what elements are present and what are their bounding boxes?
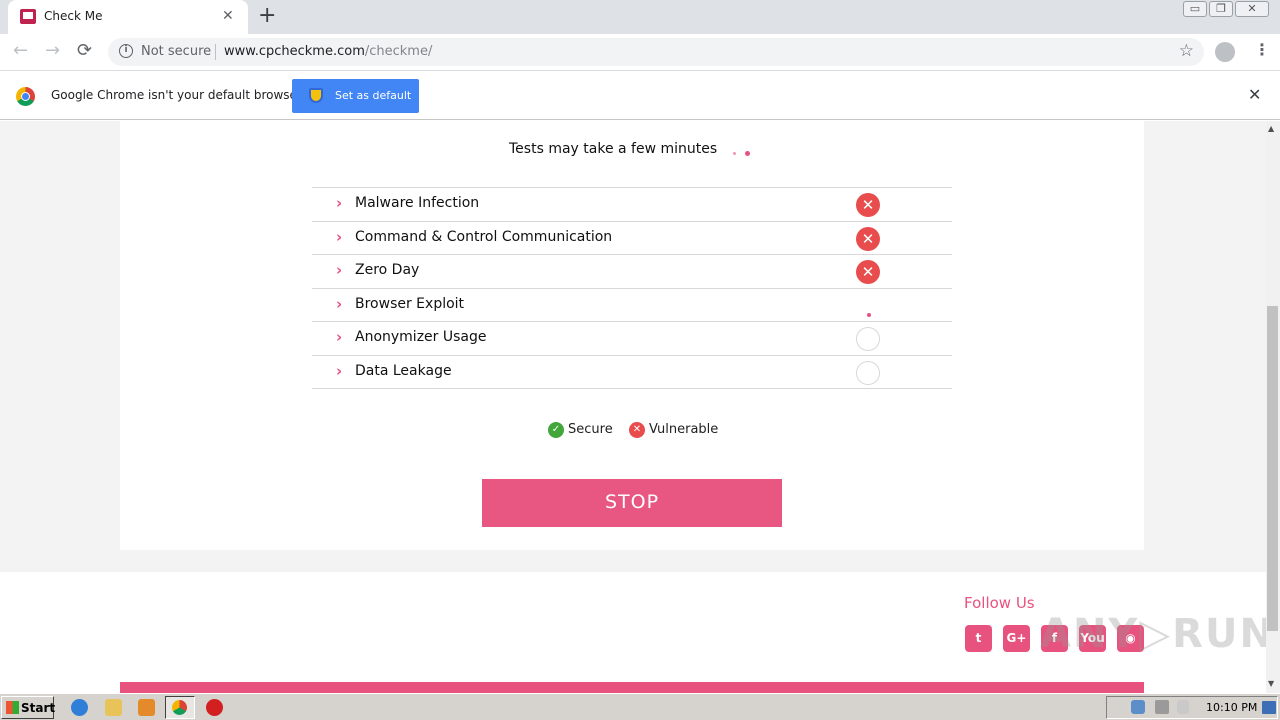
- page-viewport: Tests may take a few minutes › Malware In…: [0, 121, 1266, 693]
- test-name: Browser Exploit: [355, 295, 465, 312]
- pending-circle-icon: [856, 327, 880, 351]
- window-close-button[interactable]: ✕: [1235, 1, 1269, 17]
- start-button[interactable]: Start: [1, 696, 56, 719]
- scrollbar-thumb[interactable]: [1267, 306, 1278, 631]
- running-spinner-icon: [867, 312, 871, 317]
- chrome-menu-icon[interactable]: ⋮: [1254, 40, 1270, 59]
- chevron-right-icon[interactable]: ›: [336, 362, 342, 380]
- test-row[interactable]: › Anonymizer Usage: [312, 322, 952, 356]
- url-host: www.cpcheckme.com: [224, 44, 365, 59]
- stop-button[interactable]: STOP: [482, 479, 782, 527]
- test-row[interactable]: › Browser Exploit: [312, 289, 952, 322]
- pending-circle-icon: [856, 360, 880, 385]
- antivirus-icon[interactable]: [206, 699, 223, 716]
- internet-explorer-icon[interactable]: [71, 699, 88, 716]
- info-icon[interactable]: i: [119, 44, 133, 58]
- start-label: Start: [21, 701, 56, 715]
- test-row[interactable]: › Zero Day ✕: [312, 255, 952, 289]
- scroll-up-icon[interactable]: ▲: [1268, 124, 1274, 133]
- footer-bar: [120, 682, 1144, 693]
- twitter-icon[interactable]: t: [965, 625, 992, 652]
- chevron-right-icon[interactable]: ›: [336, 228, 342, 246]
- restore-button[interactable]: ❐: [1209, 1, 1233, 17]
- action-center-flag-icon[interactable]: [1177, 700, 1189, 714]
- vulnerable-x-icon: ✕: [629, 422, 645, 438]
- chevron-right-icon[interactable]: ›: [336, 194, 342, 212]
- test-name: Zero Day: [355, 262, 420, 278]
- tests-list: › Malware Infection ✕ › Command & Control Co…: [312, 187, 952, 389]
- test-row[interactable]: › Command & Control Communication ✕: [312, 222, 952, 255]
- anyrun-watermark: ANY▷RUN: [1040, 611, 1266, 657]
- chevron-right-icon[interactable]: ›: [336, 295, 342, 313]
- show-desktop-icon[interactable]: [1262, 701, 1276, 714]
- browser-tab[interactable]: Check Me ✕: [8, 0, 248, 34]
- scroll-down-icon[interactable]: ▼: [1268, 679, 1274, 688]
- vulnerable-x-icon: ✕: [856, 193, 880, 217]
- profile-avatar-icon[interactable]: [1215, 42, 1235, 62]
- tab-title: Check Me: [44, 9, 103, 23]
- bookmark-star-icon[interactable]: ☆: [1179, 41, 1194, 61]
- set-as-default-button[interactable]: Set as default: [292, 79, 419, 113]
- follow-us-heading: Follow Us: [964, 594, 1035, 612]
- shield-icon: [309, 88, 323, 103]
- default-browser-infobar: Google Chrome isn't your default browser…: [0, 72, 1280, 120]
- tab-close-icon[interactable]: ✕: [222, 8, 234, 24]
- set-as-default-label: Set as default: [335, 89, 412, 102]
- chrome-logo-icon: [16, 87, 35, 106]
- forward-button[interactable]: →: [45, 40, 60, 61]
- back-button[interactable]: ←: [13, 40, 28, 61]
- test-row[interactable]: › Data Leakage: [312, 356, 952, 389]
- chevron-right-icon[interactable]: ›: [336, 261, 342, 279]
- secure-check-icon: ✓: [548, 422, 564, 438]
- volume-icon[interactable]: [1155, 700, 1169, 714]
- test-row[interactable]: › Malware Infection ✕: [312, 188, 952, 222]
- test-name: Data Leakage: [355, 362, 452, 379]
- google-plus-icon[interactable]: G+: [1003, 625, 1030, 652]
- vulnerable-x-icon: ✕: [856, 226, 880, 251]
- tab-strip: Check Me ✕ + ▭ ❐ ✕: [0, 0, 1280, 34]
- legend-secure-label: Secure: [568, 422, 613, 437]
- address-bar[interactable]: i Not secure www.cpcheckme.com/checkme/ …: [108, 38, 1204, 66]
- site-favicon-icon: [20, 9, 36, 24]
- loading-dot: [745, 151, 750, 156]
- tests-subtitle: Tests may take a few minutes: [509, 141, 718, 157]
- address-separator: [215, 44, 216, 60]
- test-card: Tests may take a few minutes › Malware In…: [120, 121, 1144, 550]
- chevron-right-icon[interactable]: ›: [336, 328, 342, 346]
- url-path: /checkme/: [364, 44, 433, 59]
- infobar-close-icon[interactable]: ✕: [1248, 85, 1261, 104]
- windows-taskbar: Start 10:10 PM: [0, 693, 1280, 720]
- legend-vulnerable-label: Vulnerable: [649, 422, 719, 437]
- infobar-message: Google Chrome isn't your default browser: [51, 88, 302, 102]
- folder-icon[interactable]: [105, 699, 122, 716]
- media-player-icon[interactable]: [138, 699, 155, 716]
- minimize-button[interactable]: ▭: [1183, 1, 1207, 17]
- windows-flag-icon: [6, 701, 19, 714]
- loading-dot: [733, 152, 736, 155]
- url-text[interactable]: www.cpcheckme.com/checkme/: [224, 44, 432, 59]
- vulnerable-x-icon: ✕: [856, 260, 880, 284]
- test-name: Anonymizer Usage: [355, 329, 487, 345]
- new-tab-button[interactable]: +: [258, 3, 276, 28]
- network-icon[interactable]: [1131, 700, 1145, 714]
- reload-button[interactable]: ⟳: [77, 40, 92, 61]
- security-label[interactable]: Not secure: [141, 44, 211, 59]
- test-name: Malware Infection: [355, 195, 480, 211]
- test-name: Command & Control Communication: [355, 228, 613, 245]
- taskbar-clock: 10:10 PM: [1206, 701, 1258, 714]
- chrome-icon: [172, 700, 187, 715]
- browser-toolbar: ← → ⟳ i Not secure www.cpcheckme.com/che…: [0, 34, 1280, 71]
